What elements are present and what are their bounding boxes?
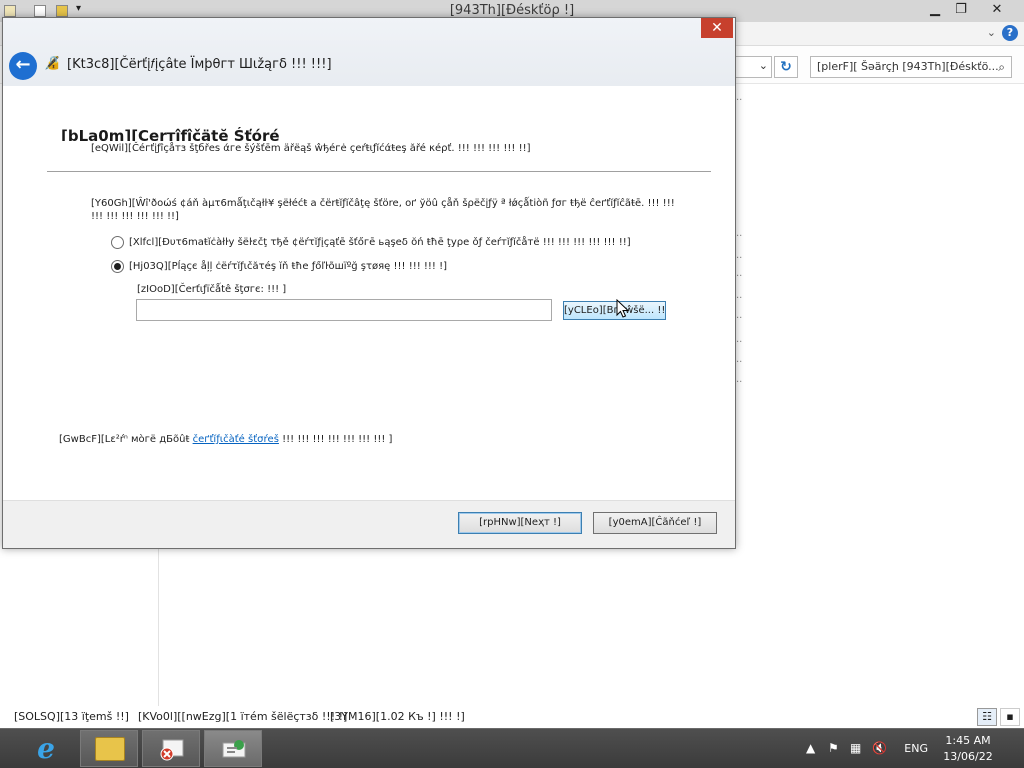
next-button[interactable]: [rpHNw][Nеҳт !] [458, 512, 582, 534]
navigation-pane-divider[interactable] [158, 548, 159, 706]
internet-explorer-icon[interactable]: e [26, 732, 66, 766]
taskbar-file-explorer[interactable] [80, 730, 138, 767]
file-list-partial-row[interactable]: .. [736, 250, 746, 261]
auto-select-radio[interactable] [111, 236, 124, 249]
page-heading: [bLa0m][Çеrтîƒîčätĕ Śťóré [61, 127, 280, 141]
taskbar: e ▲ ⚑ ▦ 🔇 ENG 1:45 AM 13/06/22 [0, 728, 1024, 768]
details-view-icon[interactable]: ☷ [977, 708, 997, 726]
volume-muted-icon[interactable]: 🔇 [872, 741, 887, 755]
file-list-partial-row[interactable]: .. [736, 268, 746, 279]
certificate-store-label: [zIOoD][Čеrťιƒïčǻtê šţσгє: !!! ] [137, 284, 287, 295]
restore-button[interactable]: ❐ [944, 0, 978, 20]
refresh-button[interactable]: ↻ [774, 56, 798, 78]
place-in-store-label[interactable]: [Hj03Q][Pĺąçє åļļ ċëŕτĭƒιčăτéş ĭň ŧħе ƒő… [129, 261, 447, 272]
page-subheading: [eQWil][Čéгťįƒîçåтз šţбřеs άге šýšťēm äř… [91, 143, 531, 154]
store-description: [Y60Gh][Ŵî'ðοώś ¢áň àµτ6mǻţιčąłŀ¥ şëłéćŧ… [91, 198, 675, 222]
file-list-partial-row[interactable]: .. [736, 310, 746, 321]
search-input[interactable]: [plerF][ Šəärçḩ [943Th][Ðéskťö... ⌕ [810, 56, 1012, 78]
folder-icon [95, 737, 125, 761]
file-list-partial-row[interactable]: .. [736, 92, 746, 103]
clock-date[interactable]: 13/06/22 [940, 750, 996, 763]
search-icon[interactable]: ⌕ [998, 60, 1005, 75]
taskbar-certificate-app[interactable] [142, 730, 200, 767]
wizard-body: [bLa0m][Çеrтîƒîčätĕ Śťóré [eQWil][Čéгťįƒ… [3, 86, 735, 500]
file-list-partial-row[interactable]: .. [736, 290, 746, 301]
header-divider [47, 171, 711, 172]
search-placeholder: [plerF][ Šəärçḩ [943Th][Ðéskťö... [817, 60, 999, 73]
wizard-title: [Kt3c8][Čërťį𝑓įçâte Ïмþθгт Шιžąгδ !!! !!… [67, 57, 332, 72]
network-icon[interactable]: ▦ [850, 741, 861, 755]
certificate-icon: 🔏 [44, 56, 61, 71]
explorer-close-button[interactable]: ✕ [980, 0, 1014, 20]
large-icons-view-icon[interactable]: ▪ [1000, 708, 1020, 726]
browse-button[interactable]: [yCLEo][Bгσŵšë... !!] [563, 301, 666, 320]
taskbar-import-wizard[interactable] [204, 730, 262, 767]
learn-more-prefix: [GwBcF][Lε²ŕⁿ мòгë дБõûŧ [59, 434, 190, 445]
certificate-store-field[interactable] [136, 299, 552, 321]
wizard-footer: [rpHNw][Nеҳт !] [y0emA][Ĉãňćеľ !] [3, 500, 735, 548]
clock-time[interactable]: 1:45 AM [942, 734, 994, 747]
back-button[interactable]: ← [9, 52, 37, 80]
input-language[interactable]: ENG [904, 742, 928, 755]
wizard-close-button[interactable]: ✕ [701, 18, 733, 38]
certificate-error-icon [157, 737, 187, 761]
certificate-wizard-icon [219, 737, 249, 761]
place-in-store-radio[interactable] [111, 260, 124, 273]
certificate-stores-link[interactable]: čеґťĭƒιčàťé šťσŕеš [193, 434, 279, 445]
system-tray: ▲ ⚑ ▦ 🔇 ENG 1:45 AM 13/06/22 [784, 729, 1024, 768]
certificate-import-wizard: ✕ ← 🔏 [Kt3c8][Čërťį𝑓įçâte Ïмþθгт Шιžąгδ … [2, 17, 736, 549]
status-size: [3YM16][1.02 Къ !] !!! !] [330, 710, 465, 723]
explorer-status-bar: [SOLSQ][13 ïţemš !!] [KVo0l][[nwEzg][1 ï… [0, 706, 1024, 728]
file-list-partial-row[interactable]: .. [736, 354, 746, 365]
show-hidden-icons-icon[interactable]: ▲ [806, 741, 815, 755]
file-list-partial-row[interactable]: .. [736, 334, 746, 345]
file-list-partial-row[interactable]: .. [736, 374, 746, 385]
file-list-partial-row[interactable]: .. [736, 228, 746, 239]
cancel-button[interactable]: [y0emA][Ĉãňćеľ !] [593, 512, 717, 534]
learn-more-text: [GwBcF][Lε²ŕⁿ мòгë дБõûŧ čеґťĭƒιčàťé šťσ… [59, 434, 392, 445]
mouse-cursor-icon [616, 299, 630, 318]
explorer-title: [943Th][Ðéskťöρ !] [449, 3, 575, 18]
status-item-count: [SOLSQ][13 ïţemš !!] [14, 710, 129, 723]
learn-more-suffix: !!! !!! !!! !!! !!! !!! !!! ] [282, 434, 393, 445]
help-icon[interactable]: ? [1002, 25, 1018, 41]
status-selection: [KVo0l][[nwEzg][1 ïтém šëlëçтзδ !!! !] [138, 710, 348, 723]
auto-select-label[interactable]: [Xlfcl][Ðυτ6maŧĭċàłŀу šëŀεčţ τђě ¢ёŕτĭƒį… [129, 237, 631, 248]
ribbon-expand-icon[interactable]: ⌄ [987, 26, 996, 39]
action-center-flag-icon[interactable]: ⚑ [828, 741, 839, 755]
address-history-dropdown-icon[interactable]: ⌄ [759, 59, 768, 72]
wizard-titlebar: ✕ ← 🔏 [Kt3c8][Čërťį𝑓įçâte Ïмþθгт Шιžąгδ … [3, 18, 735, 86]
